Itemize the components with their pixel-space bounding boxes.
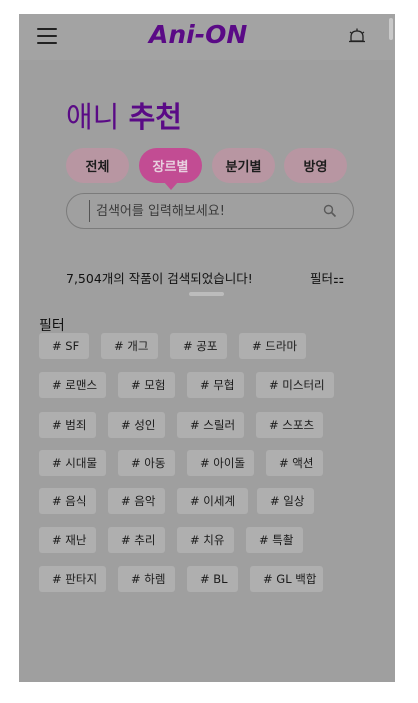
app-logo[interactable]: Ani-ON [149, 20, 247, 49]
genre-chip-sports[interactable]: # 스포츠 [256, 412, 323, 438]
genre-chip-detective[interactable]: # 추리 [108, 527, 165, 553]
genre-chip-adventure[interactable]: # 모험 [118, 372, 175, 398]
genre-chip-crime[interactable]: # 범죄 [39, 412, 96, 438]
genre-chip-disaster[interactable]: # 재난 [39, 527, 96, 553]
page-title-part1: 애니 [66, 100, 120, 134]
genre-chip-food[interactable]: # 음식 [39, 488, 96, 514]
genre-chip-sf[interactable]: # SF [39, 333, 89, 359]
genre-chip-healing[interactable]: # 치유 [177, 527, 234, 553]
page-title: 애니 추천 [66, 94, 182, 136]
genre-chip-harem[interactable]: # 하렘 [118, 566, 175, 592]
search-icon[interactable] [323, 204, 337, 218]
top-bar: Ani-ON [19, 14, 395, 60]
genre-chip-bl[interactable]: # BL [187, 566, 238, 592]
genre-chip-kids[interactable]: # 아동 [118, 450, 175, 476]
result-count: 7,504개의 작품이 검색되었습니다! [66, 271, 253, 286]
genre-chip-adult[interactable]: # 성인 [108, 412, 165, 438]
genre-chip-romance[interactable]: # 로맨스 [39, 372, 106, 398]
genre-chip-horror[interactable]: # 공포 [170, 333, 227, 359]
genre-chip-action[interactable]: # 액션 [266, 450, 323, 476]
tab-quarter[interactable]: 분기별 [212, 148, 275, 183]
genre-chip-isekai[interactable]: # 이세계 [177, 488, 248, 514]
tab-airing[interactable]: 방영 [284, 148, 347, 183]
search-input[interactable] [89, 200, 319, 222]
genre-chip-tokusatsu[interactable]: # 특촬 [246, 527, 303, 553]
genre-chip-idol[interactable]: # 아이돌 [187, 450, 254, 476]
filter-label: 필터 [39, 318, 65, 334]
tab-all[interactable]: 전체 [66, 148, 129, 183]
genre-chip-drama[interactable]: # 드라마 [239, 333, 306, 359]
genre-chip-historical[interactable]: # 시대물 [39, 450, 106, 476]
scrollbar[interactable] [389, 18, 393, 40]
genre-chip-mystery[interactable]: # 미스터리 [256, 372, 334, 398]
alarm-bell-icon[interactable] [348, 28, 366, 45]
app-frame: Ani-ON 애니 추천 전체 장르별 분기별 방영 7,504개의 작품이 검… [19, 14, 395, 682]
search-box [66, 193, 354, 229]
genre-chip-comedy[interactable]: # 개그 [101, 333, 158, 359]
genre-chip-fantasy[interactable]: # 판타지 [39, 566, 106, 592]
genre-chip-slice-of-life[interactable]: # 일상 [257, 488, 314, 514]
filter-toggle-button[interactable]: 필터⚏ [310, 268, 344, 287]
genre-chip-gl[interactable]: # GL 백합 [250, 566, 323, 592]
genre-chip-martial-arts[interactable]: # 무협 [187, 372, 244, 398]
genre-chip-music[interactable]: # 음악 [108, 488, 165, 514]
drag-handle[interactable] [189, 292, 224, 296]
genre-chip-thriller[interactable]: # 스릴러 [177, 412, 244, 438]
tab-genre[interactable]: 장르별 [139, 148, 202, 190]
page-title-part2: 추천 [128, 100, 182, 134]
hamburger-menu-icon[interactable] [37, 27, 57, 45]
